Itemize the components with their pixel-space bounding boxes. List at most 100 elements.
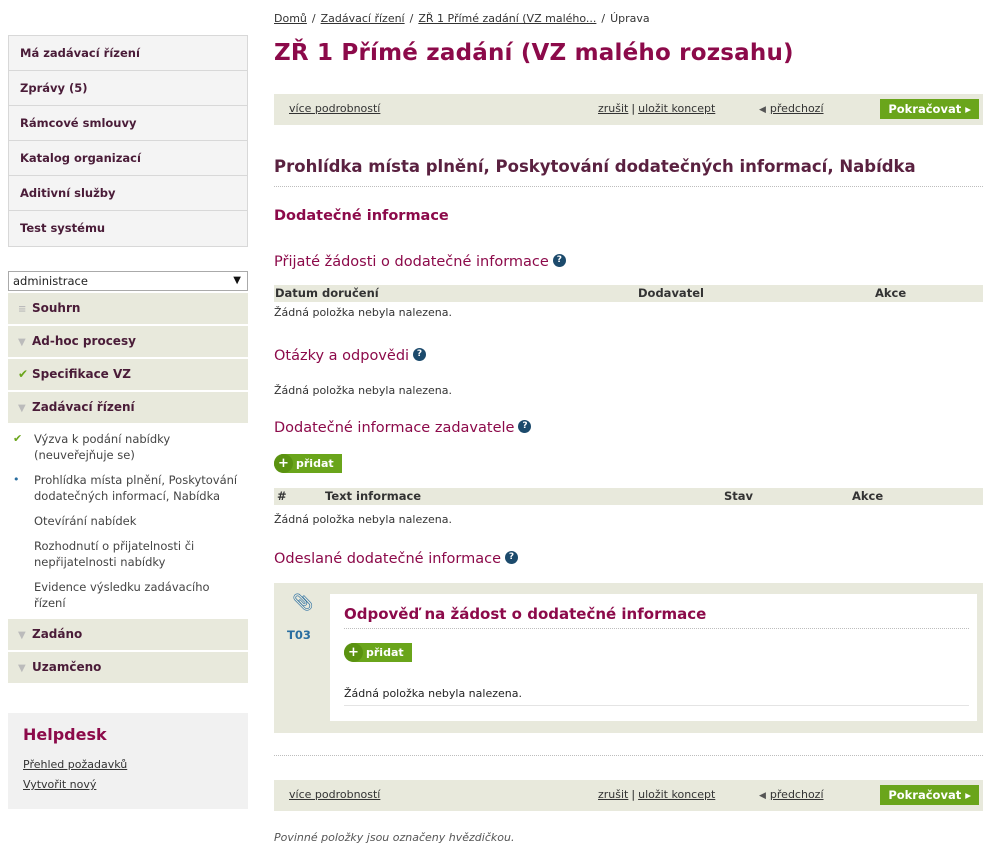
cancel-link[interactable]: zrušit bbox=[598, 102, 628, 115]
cancel-link[interactable]: zrušit bbox=[598, 788, 628, 801]
helpdesk-requests-link[interactable]: Přehled požadavků bbox=[23, 758, 248, 771]
menu-section-souhrn[interactable]: ≡ Souhrn bbox=[8, 293, 248, 326]
dropdown-arrow-icon: ▼ bbox=[233, 275, 241, 286]
empty-message: Žádná položka nebyla nalezena. bbox=[274, 384, 452, 397]
breadcrumb-current: Úprava bbox=[610, 12, 650, 25]
plus-icon: + bbox=[344, 643, 363, 662]
role-select[interactable]: administrace ▼ bbox=[8, 271, 248, 291]
helpdesk-panel: Helpdesk Přehled požadavků Vytvořit nový bbox=[8, 713, 248, 809]
process-menu: ≡ Souhrn ▼ Ad-hoc procesy ✔ Specifikace VZ … bbox=[8, 293, 248, 685]
qa-heading: Otázky a odpovědi? bbox=[274, 348, 427, 364]
menu-section-label: Specifikace VZ bbox=[32, 367, 131, 381]
menu-subitem-evidence[interactable]: Evidence výsledku zadávacího řízení bbox=[8, 576, 248, 617]
menu-section-specifikace[interactable]: ✔ Specifikace VZ bbox=[8, 359, 248, 392]
menu-subitem-label: Rozhodnutí o přijatelnosti či nepřijatel… bbox=[34, 539, 195, 569]
breadcrumb-procedures[interactable]: Zadávací řízení bbox=[321, 12, 405, 25]
menu-subitem-decision[interactable]: Rozhodnutí o přijatelnosti či nepřijatel… bbox=[8, 535, 248, 576]
column-header: # bbox=[277, 489, 287, 503]
plus-icon: + bbox=[274, 454, 293, 473]
received-requests-heading: Přijaté žádosti o dodatečné informace? bbox=[274, 254, 566, 270]
help-icon[interactable]: ? bbox=[552, 254, 566, 267]
nav-my-procedures[interactable]: Má zadávací řízení bbox=[9, 36, 247, 71]
add-button[interactable]: + přidat bbox=[344, 643, 412, 662]
helpdesk-title: Helpdesk bbox=[23, 725, 107, 744]
menu-subitem-current[interactable]: • Prohlídka místa plnění, Poskytování do… bbox=[8, 469, 248, 510]
nav-organization-catalog[interactable]: Katalog organizací bbox=[9, 141, 247, 176]
nav-messages[interactable]: Zprávy (5) bbox=[9, 71, 247, 106]
menu-section-adhoc[interactable]: ▼ Ad-hoc procesy bbox=[8, 326, 248, 359]
column-header: Stav bbox=[724, 489, 754, 503]
list-icon: ≡ bbox=[18, 304, 27, 315]
column-header: Datum doručení bbox=[275, 286, 379, 300]
continue-button[interactable]: Pokračovat ▸ bbox=[880, 99, 979, 119]
action-bar-top: více podrobností zrušit | uložit koncept ◀… bbox=[274, 94, 983, 125]
collapse-arrow-icon: ▼ bbox=[18, 630, 26, 641]
continue-button-label: Pokračovat bbox=[888, 102, 962, 116]
nav-system-test[interactable]: Test systému bbox=[9, 211, 247, 246]
card-title: Odpověď na žádost o dodatečné informace bbox=[344, 605, 707, 623]
required-fields-note: Povinné položky jsou označeny hvězdičkou… bbox=[274, 831, 515, 844]
column-header: Text informace bbox=[325, 489, 422, 503]
contracting-info-table-header: # Text informace Stav Akce bbox=[274, 488, 983, 505]
divider bbox=[344, 705, 969, 706]
nav-framework-contracts[interactable]: Rámcové smlouvy bbox=[9, 106, 247, 141]
menu-subitem-label: Otevírání nabídek bbox=[34, 514, 137, 528]
menu-section-label: Ad-hoc procesy bbox=[32, 334, 136, 348]
add-button-label: přidat bbox=[366, 646, 404, 659]
add-button-label: přidat bbox=[296, 457, 334, 470]
received-requests-title: Přijaté žádosti o dodatečné informace bbox=[274, 254, 549, 270]
sent-info-card: Odpověď na žádost o dodatečné informace … bbox=[330, 594, 977, 721]
action-bar-bottom: více podrobností zrušit | uložit koncept ◀… bbox=[274, 780, 983, 811]
collapse-arrow-icon: ▼ bbox=[18, 663, 26, 674]
section-title: Prohlídka místa plnění, Poskytování doda… bbox=[274, 157, 916, 176]
divider bbox=[274, 186, 983, 187]
menu-section-label: Zadáno bbox=[32, 627, 83, 641]
previous-link[interactable]: předchozí bbox=[770, 102, 824, 115]
empty-message: Žádná položka nebyla nalezena. bbox=[274, 513, 452, 526]
more-details-link[interactable]: více podrobností bbox=[289, 102, 380, 115]
save-draft-link[interactable]: uložit koncept bbox=[638, 788, 715, 801]
continue-button-label: Pokračovat bbox=[888, 788, 962, 802]
continue-button[interactable]: Pokračovat ▸ bbox=[880, 785, 979, 805]
previous-link[interactable]: předchozí bbox=[770, 788, 824, 801]
menu-section-label: Zadávací řízení bbox=[32, 400, 135, 414]
help-icon[interactable]: ? bbox=[413, 348, 427, 361]
divider bbox=[274, 755, 983, 756]
menu-subitem-label: Prohlídka místa plnění, Poskytování doda… bbox=[34, 473, 238, 503]
nav-additive-services[interactable]: Aditivní služby bbox=[9, 176, 247, 211]
sent-info-item: 📎︎ T03 Odpověď na žádost o dodatečné inf… bbox=[274, 583, 983, 733]
helpdesk-create-link[interactable]: Vytvořit nový bbox=[23, 778, 248, 791]
add-button[interactable]: + přidat bbox=[274, 454, 342, 473]
menu-section-zadano[interactable]: ▼ Zadáno bbox=[8, 619, 248, 652]
breadcrumb-home[interactable]: Domů bbox=[274, 12, 307, 25]
empty-message: Žádná položka nebyla nalezena. bbox=[344, 687, 522, 700]
menu-subitem-opening[interactable]: Otevírání nabídek bbox=[8, 510, 248, 535]
help-icon[interactable]: ? bbox=[518, 420, 532, 433]
menu-section-zadavaci[interactable]: ▼ Zadávací řízení bbox=[8, 392, 248, 425]
help-icon[interactable]: ? bbox=[505, 551, 518, 564]
menu-section-label: Souhrn bbox=[32, 301, 81, 315]
sidebar: Má zadávací řízení Zprávy (5) Rámcové sm… bbox=[8, 35, 248, 809]
menu-section-uzamceno[interactable]: ▼ Uzamčeno bbox=[8, 652, 248, 685]
column-header: Akce bbox=[875, 286, 907, 300]
received-requests-table-header: Datum doručení Dodavatel Akce bbox=[274, 285, 983, 302]
more-details-link[interactable]: více podrobností bbox=[289, 788, 380, 801]
contracting-info-title: Dodatečné informace zadavatele bbox=[274, 420, 515, 436]
column-header: Akce bbox=[852, 489, 884, 503]
collapse-arrow-icon: ▼ bbox=[18, 403, 26, 414]
menu-subitem-invitation[interactable]: ✔ Výzva k podání nabídky (neuveřejňuje s… bbox=[8, 428, 248, 469]
breadcrumb: Domů / Zadávací řízení / ZŘ 1 Přímé zadání (… bbox=[274, 12, 650, 25]
divider bbox=[344, 628, 969, 629]
menu-subitem-label: Výzva k podání nabídky (neuveřejňuje se) bbox=[34, 432, 171, 462]
breadcrumb-procedure[interactable]: ZŘ 1 Přímé zadání (VZ malého... bbox=[418, 12, 596, 25]
current-dot-icon: • bbox=[13, 473, 20, 486]
contracting-info-heading: Dodatečné informace zadavatele? bbox=[274, 420, 532, 436]
menu-subitem-label: Evidence výsledku zadávacího řízení bbox=[34, 580, 210, 610]
item-code: T03 bbox=[287, 628, 311, 642]
top-navigation: Má zadávací řízení Zprávy (5) Rámcové sm… bbox=[8, 35, 248, 247]
collapse-arrow-icon: ▼ bbox=[18, 337, 26, 348]
column-header: Dodavatel bbox=[638, 286, 704, 300]
check-circle-icon: ✔ bbox=[18, 367, 29, 381]
menu-subitems: ✔ Výzva k podání nabídky (neuveřejňuje s… bbox=[8, 425, 248, 619]
save-draft-link[interactable]: uložit koncept bbox=[638, 102, 715, 115]
